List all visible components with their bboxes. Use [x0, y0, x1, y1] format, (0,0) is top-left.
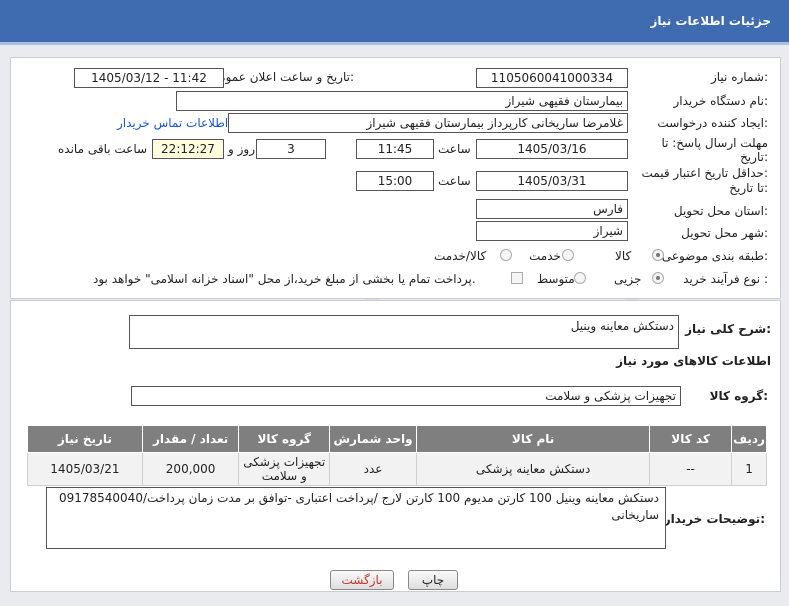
cell-row-number: 1 — [731, 452, 767, 486]
cell-quantity: 200,000 — [141, 452, 240, 486]
col-goods-group: گروه کالا — [238, 425, 331, 453]
validity-label: حداقل تاریخ اعتبار قیمت: — [641, 166, 768, 180]
category-label: طبقه بندی موضوعی: — [661, 249, 768, 263]
validity-label-date: تا تاریخ: — [729, 181, 768, 195]
deadline-time-label: ساعت — [438, 142, 471, 156]
deadline-label-date: تاریخ: — [740, 150, 768, 164]
col-unit: واحد شمارش — [329, 425, 418, 453]
category-radio-service[interactable] — [562, 249, 574, 261]
days-field[interactable]: 3 — [256, 139, 326, 159]
process-radio-minor[interactable] — [652, 272, 664, 284]
validity-time-field[interactable]: 15:00 — [356, 171, 434, 191]
goods-table-header: ردیف کد کالا نام کالا واحد شمارش گروه کا… — [27, 425, 767, 453]
page-title: جزئیات اطلاعات نیاز — [650, 14, 771, 28]
province-label: استان محل تحویل: — [673, 204, 768, 218]
cell-need-date: 1405/03/21 — [27, 452, 143, 486]
col-item-code: کد کالا — [649, 425, 733, 453]
buyer-org-field[interactable]: بیمارستان فقیهی شیراز — [176, 91, 628, 111]
buyer-contact-link[interactable]: اطلاعات تماس خریدار — [117, 116, 228, 130]
deadline-label: مهلت ارسال پاسخ: تا — [661, 136, 768, 150]
table-row[interactable]: 1 -- دستکش معاینه پزشکی عدد تجهیزات پزشک… — [27, 452, 767, 486]
cell-unit: عدد — [329, 452, 418, 486]
province-field[interactable]: فارس — [476, 199, 628, 219]
need-number-label: شماره نیاز: — [710, 70, 768, 84]
deadline-time-field[interactable]: 11:45 — [356, 139, 434, 159]
col-need-date: تاریخ نیاز — [27, 425, 143, 453]
general-desc-label: شرح کلی نیاز: — [685, 322, 771, 336]
print-button[interactable]: چاپ — [408, 570, 458, 590]
cell-item-code: -- — [649, 452, 733, 486]
cell-goods-group: تجهیزات پزشکی و سلامت — [238, 452, 331, 486]
process-label: نوع فرآیند خرید : — [683, 272, 768, 286]
back-button[interactable]: بازگشت — [330, 570, 394, 590]
col-row-number: ردیف — [731, 425, 767, 453]
deadline-date-field[interactable]: 1405/03/16 — [476, 139, 628, 159]
days-label: روز و — [228, 142, 255, 156]
remaining-time-field[interactable]: 22:12:27 — [152, 139, 224, 159]
remaining-time-label: ساعت باقی مانده — [58, 142, 148, 156]
goods-group-field[interactable]: تجهیزات پزشکی و سلامت — [131, 386, 681, 406]
goods-info-title: اطلاعات کالاهای مورد نیاز — [616, 354, 771, 368]
category-option-goods-service: کالا/خدمت — [434, 249, 487, 263]
process-radio-medium[interactable] — [574, 272, 586, 284]
page-header: جزئیات اطلاعات نیاز — [0, 0, 789, 45]
col-quantity: تعداد / مقدار — [141, 425, 240, 453]
buyer-notes-field[interactable]: دستکش معاینه وینیل 100 کارتن مدیوم 100 ک… — [46, 487, 666, 549]
announce-label: تاریخ و ساعت اعلان عمومی: — [209, 70, 354, 84]
category-radio-goods[interactable] — [652, 249, 664, 261]
requester-field[interactable]: غلامرضا ساریخانی کارپرداز بیمارستان فقیه… — [228, 113, 628, 133]
requester-label: ایجاد کننده درخواست: — [657, 116, 768, 130]
treasury-payment-note: پرداخت تمام یا بخشی از مبلغ خرید،از محل … — [93, 272, 476, 286]
goods-group-label: گروه کالا: — [709, 389, 768, 403]
buyer-notes-label: توضیحات خریدار: — [663, 512, 765, 526]
city-label: شهر محل تحویل: — [681, 226, 768, 240]
general-desc-field[interactable]: دستکش معاینه وینیل — [129, 315, 679, 349]
validity-time-label: ساعت — [438, 174, 471, 188]
goods-table: ردیف کد کالا نام کالا واحد شمارش گروه کا… — [27, 425, 767, 486]
category-option-goods: کالا — [615, 249, 632, 263]
process-option-minor: جزیی — [614, 272, 642, 286]
buyer-org-label: نام دستگاه خریدار: — [673, 94, 769, 108]
cell-item-name: دستکش معاینه پزشکی — [416, 452, 651, 486]
category-radio-goods-service[interactable] — [500, 249, 512, 261]
city-field[interactable]: شیراز — [476, 221, 628, 241]
validity-date-field[interactable]: 1405/03/31 — [476, 171, 628, 191]
category-option-service: خدمت — [529, 249, 561, 263]
process-option-medium: متوسط — [537, 272, 575, 286]
need-number-field[interactable]: 1105060041000334 — [476, 68, 628, 88]
treasury-checkbox[interactable] — [511, 272, 523, 284]
col-item-name: نام کالا — [416, 425, 651, 453]
announce-datetime-field[interactable]: 1405/03/12 - 11:42 — [74, 68, 224, 88]
